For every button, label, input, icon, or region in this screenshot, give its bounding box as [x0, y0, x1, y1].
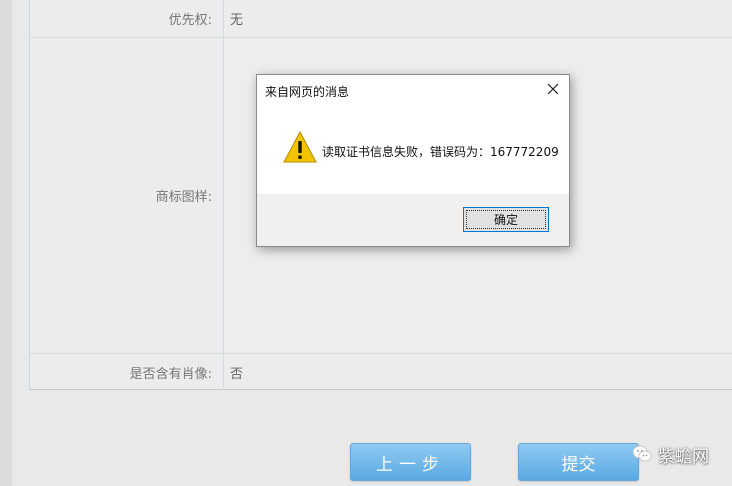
ok-button[interactable]: 确定 — [463, 207, 549, 232]
form-value-portrait: 否 — [230, 366, 244, 382]
dialog-message: 读取证书信息失败，错误码为：167772209 — [322, 145, 559, 159]
form-label-priority: 优先权: — [168, 13, 212, 28]
dialog-title: 来自网页的消息 — [265, 85, 350, 99]
form-row-priority: 优先权: 无 — [30, 0, 732, 38]
form-value-priority: 无 — [230, 13, 244, 28]
form-label-portrait: 是否含有肖像: — [129, 366, 212, 382]
submit-button[interactable]: 提交 — [518, 443, 639, 481]
left-margin — [0, 0, 12, 486]
dialog-footer: 确定 — [257, 194, 569, 246]
wechat-icon — [632, 444, 652, 464]
watermark: 紫蟾网 — [632, 440, 709, 468]
dialog-titlebar: 来自网页的消息 — [257, 75, 569, 105]
column-divider — [223, 354, 224, 390]
close-icon[interactable] — [545, 81, 561, 97]
dialog-body: 读取证书信息失败，错误码为：167772209 — [257, 105, 569, 194]
form-label-trademark-image: 商标图样: — [155, 190, 212, 205]
warning-icon — [283, 130, 317, 163]
column-divider — [223, 0, 224, 37]
alert-dialog: 来自网页的消息 读取证书信息失败，错误码为：167772209 确定 — [256, 74, 570, 247]
form-row-portrait: 是否含有肖像: 否 — [30, 354, 732, 390]
watermark-text: 紫蟾网 — [658, 446, 709, 467]
previous-step-button[interactable]: 上一步 — [350, 443, 471, 481]
